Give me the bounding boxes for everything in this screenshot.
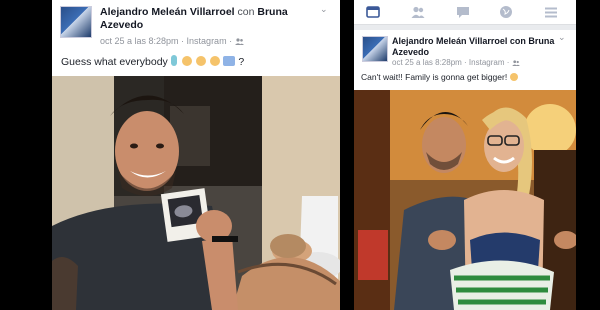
post-header: Alejandro Meleán Villarroel con Bruna Az…	[52, 0, 340, 56]
face-emoji-icon	[195, 56, 206, 66]
author-line[interactable]: Alejandro Meleán Villarroel con Bruna Az…	[392, 36, 568, 58]
menu-icon[interactable]	[544, 5, 558, 19]
couple-photo-image	[354, 90, 576, 310]
tagged-name-line2[interactable]: Azevedo	[392, 47, 429, 57]
timestamp-source[interactable]: oct 25 a las 8:28pm · Instagram ·	[392, 58, 512, 67]
chevron-down-icon[interactable]: ⌄	[320, 4, 328, 15]
author-name[interactable]: Alejandro Meleán Villarroel con Bruna	[392, 36, 554, 46]
post-photo[interactable]	[52, 76, 340, 310]
friends-privacy-icon	[234, 38, 244, 45]
smile-emoji-icon	[509, 73, 518, 81]
timestamp-source[interactable]: oct 25 a las 8:28pm · Instagram ·	[100, 36, 235, 46]
post-caption: Can't wait!! Family is gonna get bigger!	[361, 72, 519, 82]
post-photo[interactable]	[354, 90, 576, 310]
post-caption: Guess what everybody ?	[61, 55, 244, 68]
post-meta[interactable]: oct 25 a las 8:28pm · Instagram ·	[100, 36, 244, 46]
baby-emoji-icon	[170, 55, 177, 66]
author-name[interactable]: Alejandro Meleán Villarroel	[100, 6, 235, 18]
caption-text: Can't wait!! Family is gonna get bigger!	[361, 72, 510, 82]
face-emoji-icon	[209, 56, 220, 66]
facebook-post-left: Alejandro Meleán Villarroel con Bruna Az…	[52, 0, 340, 310]
facebook-post-right: Alejandro Meleán Villarroel con Bruna Az…	[354, 0, 576, 310]
caption-text: Guess what everybody	[61, 56, 171, 68]
mobile-top-nav	[354, 0, 576, 25]
with-word: con	[237, 6, 255, 18]
news-feed-icon[interactable]	[366, 5, 380, 19]
caption-end: ?	[238, 56, 245, 68]
face-emoji-icon	[181, 56, 192, 66]
tagged-name-line2[interactable]: Azevedo	[100, 19, 143, 31]
chevron-down-icon[interactable]: ⌄	[558, 32, 566, 43]
avatar[interactable]	[362, 36, 388, 62]
post-meta[interactable]: oct 25 a las 8:28pm · Instagram ·	[392, 58, 520, 67]
globe-icon[interactable]	[499, 5, 513, 19]
avatar[interactable]	[60, 6, 92, 38]
friends-icon[interactable]	[411, 5, 425, 19]
friends-privacy-icon	[511, 60, 520, 66]
author-line[interactable]: Alejandro Meleán Villarroel con Bruna Az…	[100, 6, 328, 32]
post-card: Alejandro Meleán Villarroel con Bruna Az…	[354, 30, 576, 310]
messages-icon[interactable]	[456, 5, 470, 19]
bathroom-selfie-image	[52, 76, 340, 310]
tagged-name[interactable]: Bruna	[257, 6, 287, 18]
family-emoji-icon	[223, 56, 236, 66]
